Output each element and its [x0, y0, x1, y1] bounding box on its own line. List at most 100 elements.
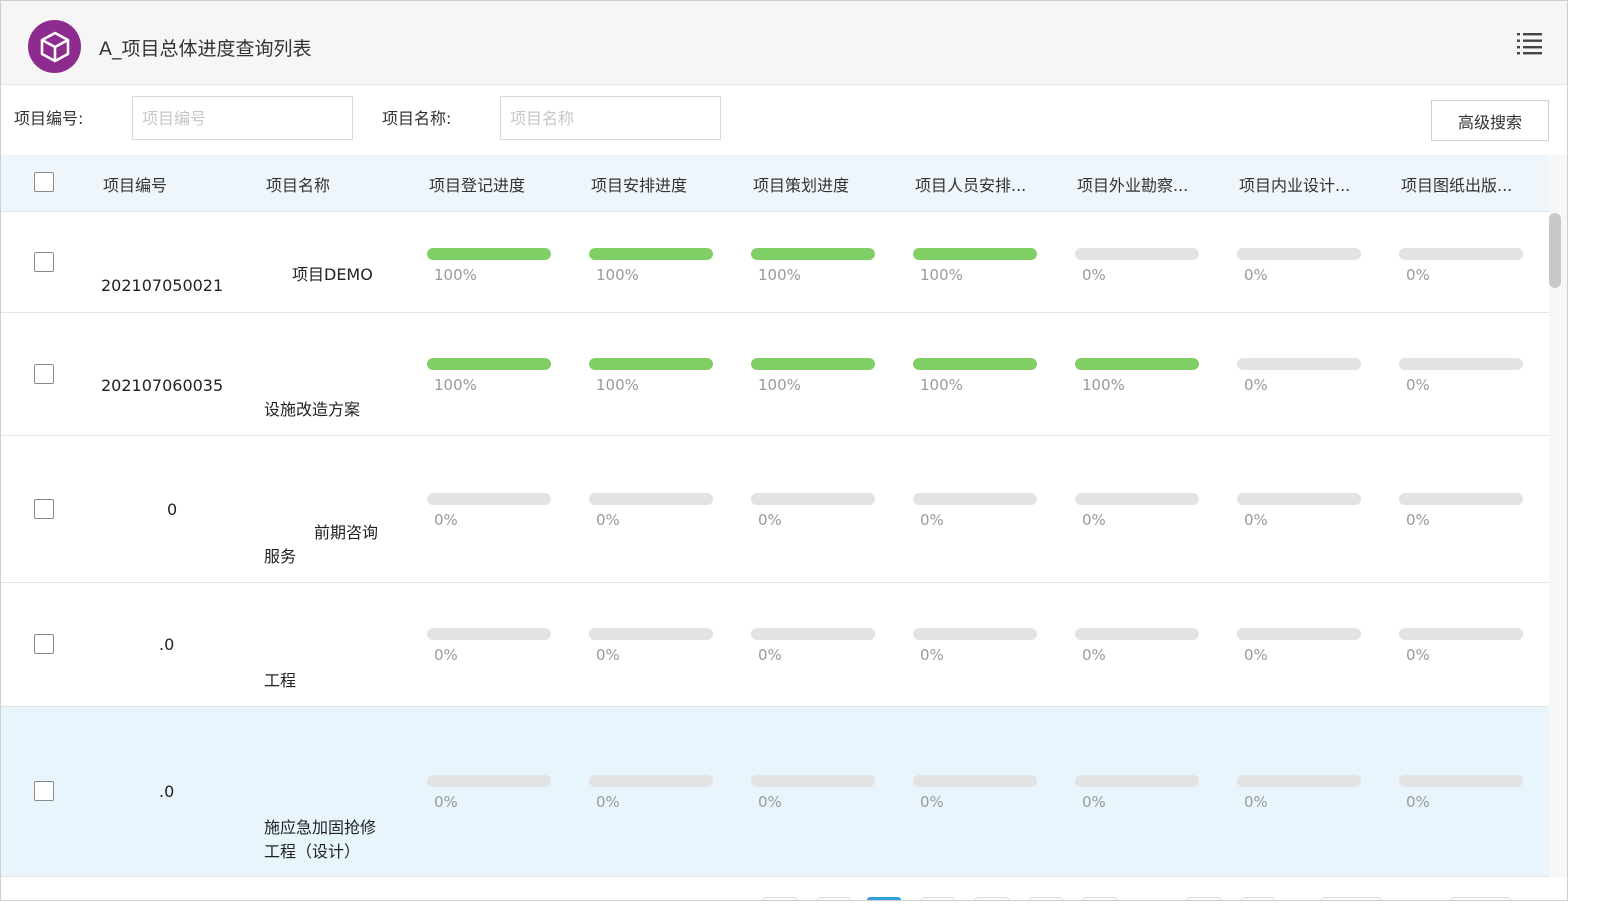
progress-percent: 0% [596, 793, 620, 811]
project-name-input[interactable] [500, 96, 721, 140]
progress-percent: 0% [1406, 266, 1430, 284]
project-code-cell: .0 [159, 782, 175, 801]
page-button[interactable] [1187, 897, 1221, 900]
progress-bar [1237, 493, 1361, 505]
progress-bar [1075, 628, 1199, 640]
progress-percent: 0% [596, 646, 620, 664]
progress-fill [751, 358, 875, 370]
row-checkbox[interactable] [34, 634, 54, 654]
progress-percent: 0% [1406, 646, 1430, 664]
progress-bar [589, 248, 713, 260]
progress-percent: 0% [758, 793, 782, 811]
column-header-code[interactable]: 项目编号 [103, 172, 167, 196]
progress-bar [427, 628, 551, 640]
page-button[interactable] [1083, 897, 1117, 900]
column-header-registration[interactable]: 项目登记进度 [429, 172, 525, 196]
progress-bar [913, 248, 1037, 260]
progress-fill [1075, 358, 1199, 370]
progress-fill [751, 248, 875, 260]
progress-percent: 100% [434, 376, 477, 394]
progress-bar [589, 628, 713, 640]
progress-bar [1237, 628, 1361, 640]
project-name-cell: 工程 [264, 669, 296, 693]
page-button[interactable] [1029, 897, 1063, 900]
scrollbar-thumb[interactable] [1549, 213, 1561, 288]
progress-fill [589, 248, 713, 260]
project-name-line: 项目DEMO [292, 265, 373, 284]
progress-fill [427, 358, 551, 370]
project-name-cell: 项目DEMO [292, 263, 373, 287]
advanced-search-button[interactable]: 高级搜索 [1431, 100, 1549, 141]
project-name-label: 项目名称: [382, 109, 452, 128]
column-header-field-survey[interactable]: 项目外业勘察... [1077, 172, 1188, 196]
progress-percent: 0% [1244, 793, 1268, 811]
progress-bar [1399, 493, 1523, 505]
progress-bar [751, 248, 875, 260]
column-header-arrangement[interactable]: 项目安排进度 [591, 172, 687, 196]
progress-bar [589, 493, 713, 505]
page-button[interactable] [1451, 897, 1511, 900]
column-header-drawing-publish[interactable]: 项目图纸出版... [1401, 172, 1512, 196]
app-window: A_项目总体进度查询列表 项目编号: 项目名称: 高级搜索 项目编号 项目名称 … [0, 0, 1568, 901]
progress-bar [1075, 248, 1199, 260]
column-header-name[interactable]: 项目名称 [266, 172, 330, 196]
progress-percent: 0% [1406, 793, 1430, 811]
page-button[interactable] [975, 897, 1009, 900]
row-checkbox[interactable] [34, 499, 54, 519]
progress-bar [1075, 358, 1199, 370]
progress-bar [1399, 248, 1523, 260]
progress-bar [913, 358, 1037, 370]
row-checkbox[interactable] [34, 781, 54, 801]
page-button[interactable] [1241, 897, 1275, 900]
page-button[interactable] [867, 897, 901, 900]
table-row[interactable]: 0 前期咨询 服务 0% 0% 0% 0% 0% 0% 0% [1, 436, 1549, 583]
page-title: A_项目总体进度查询列表 [99, 38, 312, 60]
project-name-cell: 施应急加固抢修 工程（设计） [264, 816, 376, 864]
project-code-cell: 0 [167, 500, 178, 519]
project-name-line: 施应急加固抢修 [264, 818, 377, 837]
search-bar: 项目编号: 项目名称: 高级搜索 [1, 85, 1567, 155]
progress-bar [751, 628, 875, 640]
select-all-checkbox[interactable] [34, 172, 54, 192]
row-checkbox[interactable] [34, 252, 54, 272]
table-row[interactable]: .0 工程 0% 0% 0% 0% 0% 0% 0% [1, 583, 1549, 707]
progress-percent: 0% [920, 646, 944, 664]
progress-percent: 0% [1082, 646, 1106, 664]
progress-fill [913, 358, 1037, 370]
progress-percent: 0% [1406, 511, 1430, 529]
progress-bar [913, 775, 1037, 787]
table-row[interactable]: 202107050021 项目DEMO 100% 100% 100% 100% 0% 0%… [1, 212, 1549, 313]
progress-bar [589, 775, 713, 787]
progress-percent: 0% [1244, 646, 1268, 664]
progress-percent: 0% [758, 511, 782, 529]
page-button[interactable] [817, 897, 851, 900]
column-header-planning[interactable]: 项目策划进度 [753, 172, 849, 196]
column-header-staffing[interactable]: 项目人员安排... [915, 172, 1026, 196]
project-name-line: 工程（设计） [264, 842, 361, 861]
page-button[interactable] [921, 897, 955, 900]
progress-bar [1399, 628, 1523, 640]
progress-bar [751, 493, 875, 505]
app-header: A_项目总体进度查询列表 [1, 1, 1567, 85]
progress-percent: 0% [758, 646, 782, 664]
page-button[interactable] [763, 897, 797, 900]
row-checkbox[interactable] [34, 364, 54, 384]
list-menu-icon[interactable] [1517, 31, 1543, 55]
progress-percent: 0% [920, 511, 944, 529]
page-button[interactable] [1321, 897, 1381, 900]
progress-percent: 0% [434, 511, 458, 529]
column-header-office-design[interactable]: 项目内业设计... [1239, 172, 1350, 196]
progress-percent: 0% [1244, 376, 1268, 394]
project-code-input[interactable] [132, 96, 353, 140]
project-name-cell: 前期咨询 服务 [264, 521, 378, 569]
table-row[interactable]: 202107060035 设施改造方案 100% 100% 100% 100% 100%… [1, 313, 1549, 436]
progress-percent: 100% [1082, 376, 1125, 394]
progress-percent: 100% [758, 376, 801, 394]
progress-bar [1399, 775, 1523, 787]
progress-percent: 0% [1082, 266, 1106, 284]
progress-percent: 0% [1082, 511, 1106, 529]
project-code-cell: .0 [159, 635, 175, 654]
progress-bar [427, 248, 551, 260]
table-row[interactable]: .0 施应急加固抢修 工程（设计） 0% 0% 0% 0% 0% 0% 0% [1, 707, 1549, 877]
progress-bar [1075, 493, 1199, 505]
